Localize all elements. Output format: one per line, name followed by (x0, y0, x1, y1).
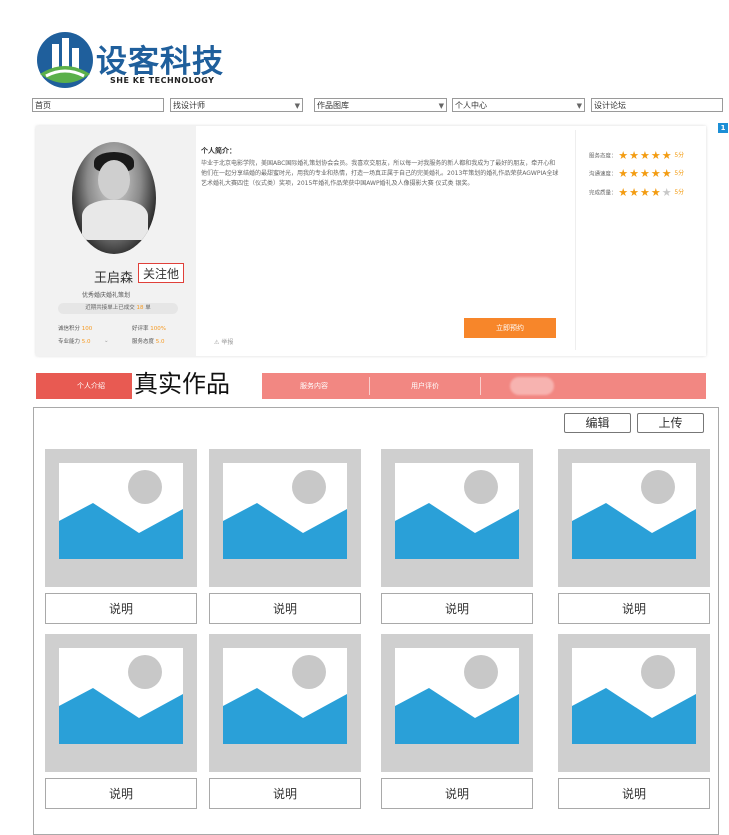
work-thumbnail[interactable] (209, 634, 361, 772)
service-value: 5.0 (155, 339, 165, 345)
rating-service: 服务态度： ★★★★★ 5分 (589, 150, 684, 162)
rating-label: 完成质量： (589, 190, 617, 197)
edit-button[interactable]: 编辑 (564, 413, 631, 433)
designer-name: 王启森 (94, 271, 134, 286)
work-thumbnail[interactable] (381, 634, 533, 772)
tab-service[interactable]: 服务内容 (259, 373, 369, 399)
intro-title: 个人简介： (201, 147, 236, 155)
work-caption[interactable]: 说明 (209, 778, 361, 809)
nav-gallery-label: 作品图库 (317, 101, 349, 110)
praise-value: 100% (150, 326, 166, 332)
order-prefix: 近期共接单上已成交 (85, 305, 135, 311)
report-label: 举报 (221, 339, 234, 346)
rating-label: 服务态度： (589, 153, 617, 160)
dropdown-arrow-icon: ▼ (294, 102, 300, 110)
notification-badge[interactable]: 1 (718, 123, 728, 133)
rating-score: 5分 (674, 189, 685, 196)
star-rating-icon: ★★★★★ (618, 186, 673, 199)
nav-forum-label: 设计论坛 (594, 101, 626, 110)
rating-quality: 完成质量： ★★★★★ 5分 (589, 187, 684, 199)
nav-forum[interactable]: 设计论坛 (591, 98, 723, 112)
work-thumbnail[interactable] (558, 634, 710, 772)
work-thumbnail[interactable] (209, 449, 361, 587)
rating-score: 5分 (674, 152, 685, 159)
star-rating-icon: ★★★★★ (618, 167, 673, 180)
star-rating-icon: ★★★★★ (618, 149, 673, 162)
divider (575, 130, 576, 350)
warning-icon: ⚠ (214, 339, 220, 346)
work-thumbnail[interactable] (45, 449, 197, 587)
designer-title: 优秀婚庆婚礼策划 (82, 292, 131, 299)
nav-home-label: 首页 (35, 101, 51, 110)
nav-home[interactable]: 首页 (32, 98, 164, 112)
work-caption[interactable]: 说明 (209, 593, 361, 624)
order-count: 18 (136, 305, 144, 311)
tab-reviews[interactable]: 用户评价 (370, 373, 480, 399)
image-placeholder-icon (572, 463, 696, 559)
brand-logo[interactable]: 设客科技 SHE KE TECHNOLOGY (36, 30, 236, 92)
work-thumbnail[interactable] (381, 449, 533, 587)
brand-name: 设客科技 (96, 44, 224, 80)
work-thumbnail[interactable] (558, 449, 710, 587)
image-placeholder-icon (395, 648, 519, 744)
image-placeholder-icon (59, 648, 183, 744)
dropdown-arrow-icon: ▼ (438, 102, 444, 110)
intro-text: 毕业于北京电影学院，美国ABC国际婚礼策划协会会员。我喜欢交朋友，所以每一对我服… (201, 160, 559, 187)
credit-label: 诚信积分 (58, 326, 81, 332)
skill-stat: 专业能力 5.0 (58, 337, 91, 345)
image-placeholder-icon (59, 463, 183, 559)
tab-placeholder (510, 377, 554, 395)
skill-label: 专业能力 (58, 339, 81, 345)
skill-value: 5.0 (81, 339, 91, 345)
work-caption[interactable]: 说明 (381, 778, 533, 809)
image-placeholder-icon (223, 648, 347, 744)
work-caption[interactable]: 说明 (45, 593, 197, 624)
image-placeholder-icon (395, 463, 519, 559)
rating-score: 5分 (674, 170, 685, 177)
work-caption[interactable]: 说明 (558, 593, 710, 624)
credit-value: 100 (81, 326, 93, 332)
order-suffix: 单 (145, 305, 151, 311)
work-caption[interactable]: 说明 (381, 593, 533, 624)
work-thumbnail[interactable] (45, 634, 197, 772)
praise-label: 好评率 (132, 326, 149, 332)
follow-button[interactable]: 关注他 (138, 263, 184, 283)
nav-find-designer[interactable]: 找设计师 ▼ (170, 98, 303, 112)
logo-mark-icon (37, 32, 93, 88)
nav-personal-center-label: 个人中心 (455, 101, 487, 110)
nav-personal-center[interactable]: 个人中心 ▼ (452, 98, 585, 112)
rating-speed: 沟通速度： ★★★★★ 5分 (589, 168, 684, 180)
rating-label: 沟通速度： (589, 171, 617, 178)
dropdown-arrow-icon: ▼ (576, 102, 582, 110)
chevron-down-icon[interactable]: ⌄ (104, 338, 109, 344)
tab-intro[interactable]: 个人介绍 (36, 373, 146, 399)
nav-find-designer-label: 找设计师 (173, 101, 205, 110)
service-label: 服务态度 (132, 339, 155, 345)
order-summary: 近期共接单上已成交 18 单 (58, 303, 178, 314)
upload-button[interactable]: 上传 (637, 413, 704, 433)
tab-works[interactable]: 真实作品 (132, 368, 262, 400)
praise-stat: 好评率 100% (132, 324, 166, 332)
brand-name-en: SHE KE TECHNOLOGY (110, 76, 215, 85)
work-caption[interactable]: 说明 (558, 778, 710, 809)
work-caption[interactable]: 说明 (45, 778, 197, 809)
image-placeholder-icon (223, 463, 347, 559)
book-now-button[interactable]: 立即预约 (464, 318, 556, 338)
credit-stat: 诚信积分 100 (58, 324, 92, 332)
image-placeholder-icon (572, 648, 696, 744)
nav-gallery[interactable]: 作品图库 ▼ (314, 98, 447, 112)
service-stat: 服务态度 5.0 (132, 337, 165, 345)
avatar (72, 142, 156, 254)
report-link[interactable]: ⚠ 举报 (214, 337, 233, 346)
